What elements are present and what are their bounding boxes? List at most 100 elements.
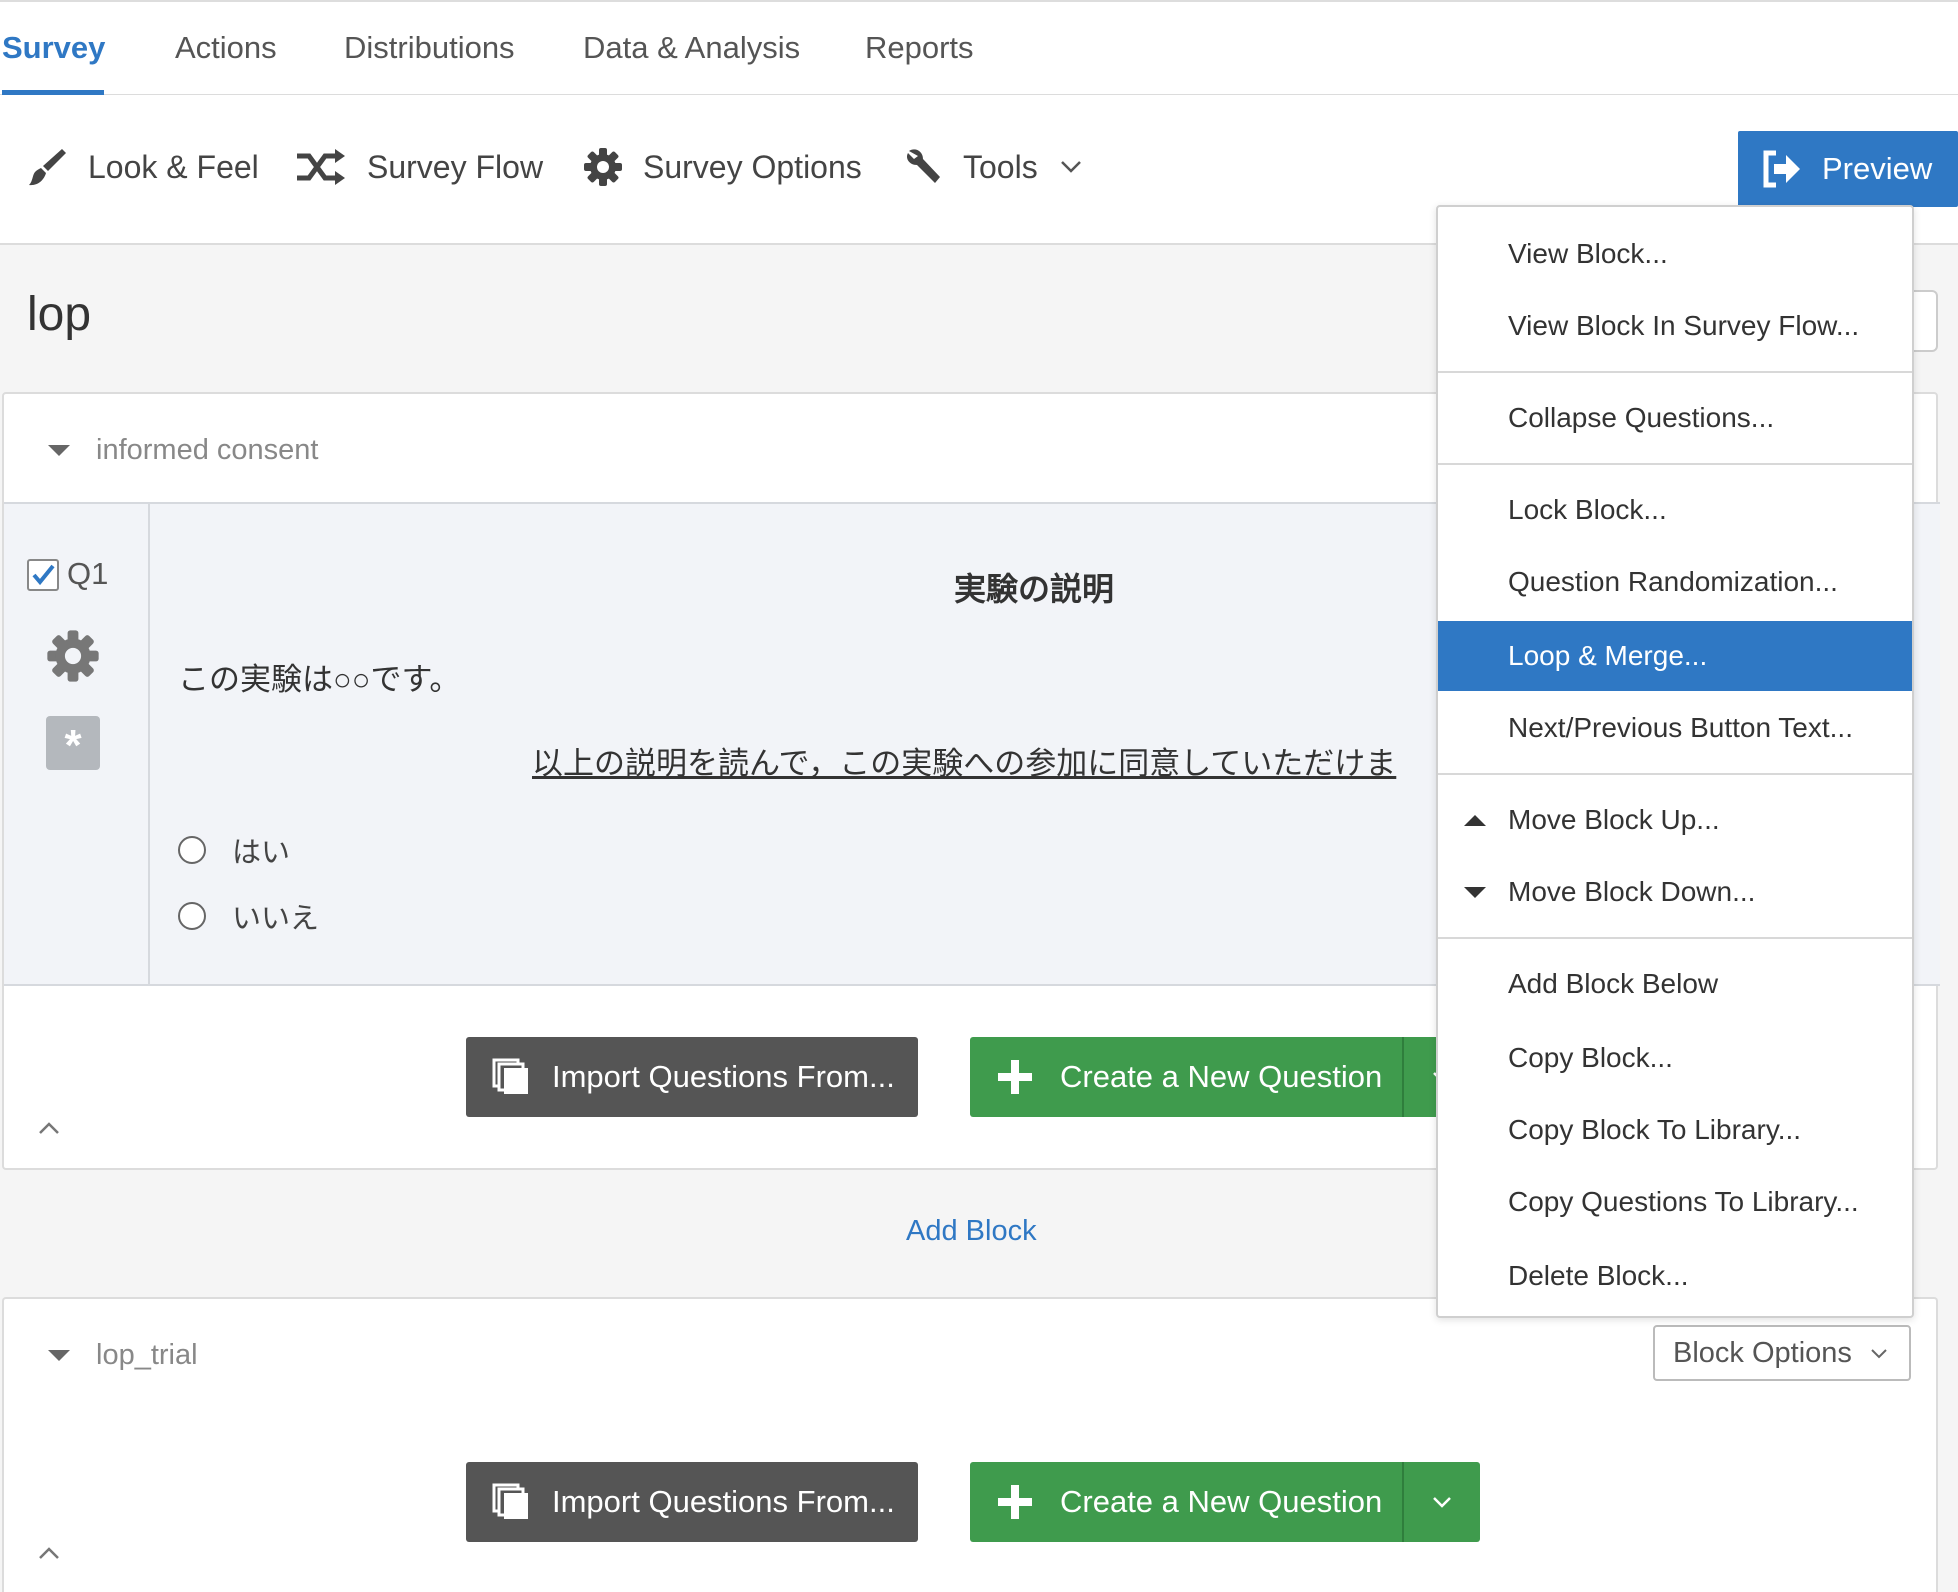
menu-divider [1438, 371, 1912, 373]
menu-item-label: Lock Block... [1508, 494, 1667, 525]
preview-label: Preview [1822, 151, 1933, 186]
block-options-label: Block Options [1673, 1336, 1852, 1369]
question-select-checkbox[interactable] [27, 559, 59, 591]
add-block-link[interactable]: Add Block [906, 1215, 1037, 1248]
menu-item-label: Copy Block To Library... [1508, 1114, 1802, 1145]
menu-item-copy-block-to-library[interactable]: Copy Block To Library... [1438, 1095, 1912, 1165]
chevron-down-icon [1871, 1348, 1887, 1358]
menu-item-label: View Block In Survey Flow... [1508, 310, 1860, 341]
gear-icon [47, 630, 99, 682]
menu-item-question-randomization[interactable]: Question Randomization... [1438, 547, 1912, 617]
question-body-text: この実験は○○です。 [178, 662, 461, 697]
menu-item-add-block-below[interactable]: Add Block Below [1438, 949, 1912, 1019]
answer-option-no[interactable]: いいえ [178, 895, 319, 937]
copy-pages-icon [492, 1483, 528, 1519]
gear-icon [584, 148, 622, 186]
import-questions-button[interactable]: Import Questions From... [466, 1037, 918, 1117]
block-name: informed consent [96, 434, 319, 466]
tab-actions[interactable]: Actions [175, 30, 277, 66]
menu-item-label: Copy Block... [1508, 1042, 1673, 1073]
tab-distributions[interactable]: Distributions [344, 30, 515, 66]
survey-flow-label: Survey Flow [367, 148, 544, 185]
menu-item-label: Delete Block... [1508, 1260, 1689, 1291]
menu-divider [1438, 773, 1912, 775]
block-options-menu: View Block... View Block In Survey Flow.… [1436, 205, 1914, 1318]
import-questions-button[interactable]: Import Questions From... [466, 1462, 918, 1542]
menu-item-copy-questions-to-library[interactable]: Copy Questions To Library... [1438, 1167, 1912, 1237]
tools-label: Tools [963, 148, 1038, 185]
question-prompt: 以上の説明を読んで，この実験への参加に同意していただけま [532, 746, 1397, 781]
menu-item-view-block[interactable]: View Block... [1438, 219, 1912, 289]
create-question-main[interactable]: Create a New Question [970, 1037, 1404, 1117]
tools-menu-button[interactable]: Tools [903, 145, 1082, 189]
copy-pages-icon [492, 1058, 528, 1094]
menu-item-loop-merge[interactable]: Loop & Merge... [1438, 621, 1912, 691]
answer-option-yes[interactable]: はい [178, 829, 290, 871]
page-title: lop [27, 288, 92, 341]
question-number: Q1 [67, 556, 109, 591]
menu-item-next-previous-button-text[interactable]: Next/Previous Button Text... [1438, 693, 1912, 763]
tab-reports[interactable]: Reports [865, 30, 974, 66]
create-question-button[interactable]: Create a New Question [970, 1462, 1480, 1542]
menu-item-label: Add Block Below [1508, 968, 1719, 999]
radio-button[interactable] [178, 836, 206, 864]
menu-item-label: Move Block Up... [1508, 804, 1720, 835]
menu-item-label: View Block... [1508, 238, 1668, 269]
required-asterisk-icon[interactable]: * [46, 716, 100, 770]
menu-divider [1438, 463, 1912, 465]
answer-option-label: いいえ [232, 903, 320, 935]
menu-item-label: Copy Questions To Library... [1508, 1186, 1859, 1217]
menu-item-label: Collapse Questions... [1508, 402, 1775, 433]
look-feel-label: Look & Feel [88, 148, 259, 185]
menu-item-move-block-down[interactable]: Move Block Down... [1438, 857, 1912, 927]
menu-item-label: Loop & Merge... [1508, 640, 1708, 671]
block-options-dropdown[interactable]: Block Options [1653, 1325, 1911, 1381]
preview-exit-icon [1763, 150, 1800, 188]
create-question-label: Create a New Question [1060, 1484, 1383, 1519]
menu-item-move-block-up[interactable]: Move Block Up... [1438, 785, 1912, 855]
collapse-block-icon[interactable] [38, 1114, 60, 1142]
menu-item-label: Move Block Down... [1508, 876, 1756, 907]
preview-button[interactable]: Preview [1738, 131, 1958, 207]
create-question-button[interactable]: Create a New Question [970, 1037, 1480, 1117]
block-header[interactable]: lop_trial [48, 1339, 198, 1372]
menu-item-label: Next/Previous Button Text... [1508, 712, 1853, 743]
shuffle-icon [297, 149, 345, 185]
collapse-caret-icon[interactable] [48, 1350, 70, 1361]
create-question-type-dropdown[interactable] [1404, 1462, 1480, 1542]
menu-item-copy-block[interactable]: Copy Block... [1438, 1023, 1912, 1093]
menu-item-collapse-questions[interactable]: Collapse Questions... [1438, 383, 1912, 453]
answer-option-label: はい [232, 837, 291, 869]
tab-data-analysis[interactable]: Data & Analysis [583, 30, 800, 66]
triangle-up-icon [1464, 815, 1486, 826]
create-question-label: Create a New Question [1060, 1059, 1383, 1094]
question-sidebar: Q1 * [4, 504, 150, 984]
plus-icon [998, 1060, 1032, 1094]
survey-flow-button[interactable]: Survey Flow [295, 145, 543, 189]
tab-survey[interactable]: Survey [2, 30, 105, 66]
collapse-block-icon[interactable] [38, 1539, 60, 1567]
survey-options-button[interactable]: Survey Options [583, 145, 862, 189]
survey-options-label: Survey Options [643, 148, 862, 185]
collapse-caret-icon[interactable] [48, 445, 70, 456]
paintbrush-icon [29, 149, 66, 186]
menu-divider [1438, 937, 1912, 939]
menu-item-lock-block[interactable]: Lock Block... [1438, 475, 1912, 545]
menu-item-label: Question Randomization... [1508, 566, 1838, 597]
create-question-main[interactable]: Create a New Question [970, 1462, 1404, 1542]
question-heading: 実験の説明 [954, 571, 1115, 607]
plus-icon [998, 1485, 1032, 1519]
checkmark-icon [32, 564, 55, 586]
block-header[interactable]: informed consent [48, 434, 318, 467]
import-questions-label: Import Questions From... [552, 1059, 895, 1094]
block-name: lop_trial [96, 1339, 198, 1371]
triangle-down-icon [1464, 887, 1486, 898]
look-feel-button[interactable]: Look & Feel [26, 145, 259, 189]
menu-item-view-block-in-survey-flow[interactable]: View Block In Survey Flow... [1438, 291, 1912, 361]
import-questions-label: Import Questions From... [552, 1484, 895, 1519]
menu-item-delete-block[interactable]: Delete Block... [1438, 1241, 1912, 1311]
question-settings-button[interactable] [46, 629, 100, 688]
block-lop-trial: lop_trial Import Questions From... Creat… [2, 1297, 1938, 1592]
radio-button[interactable] [178, 902, 206, 930]
top-tab-bar: Survey Actions Distributions Data & Anal… [0, 0, 1958, 95]
